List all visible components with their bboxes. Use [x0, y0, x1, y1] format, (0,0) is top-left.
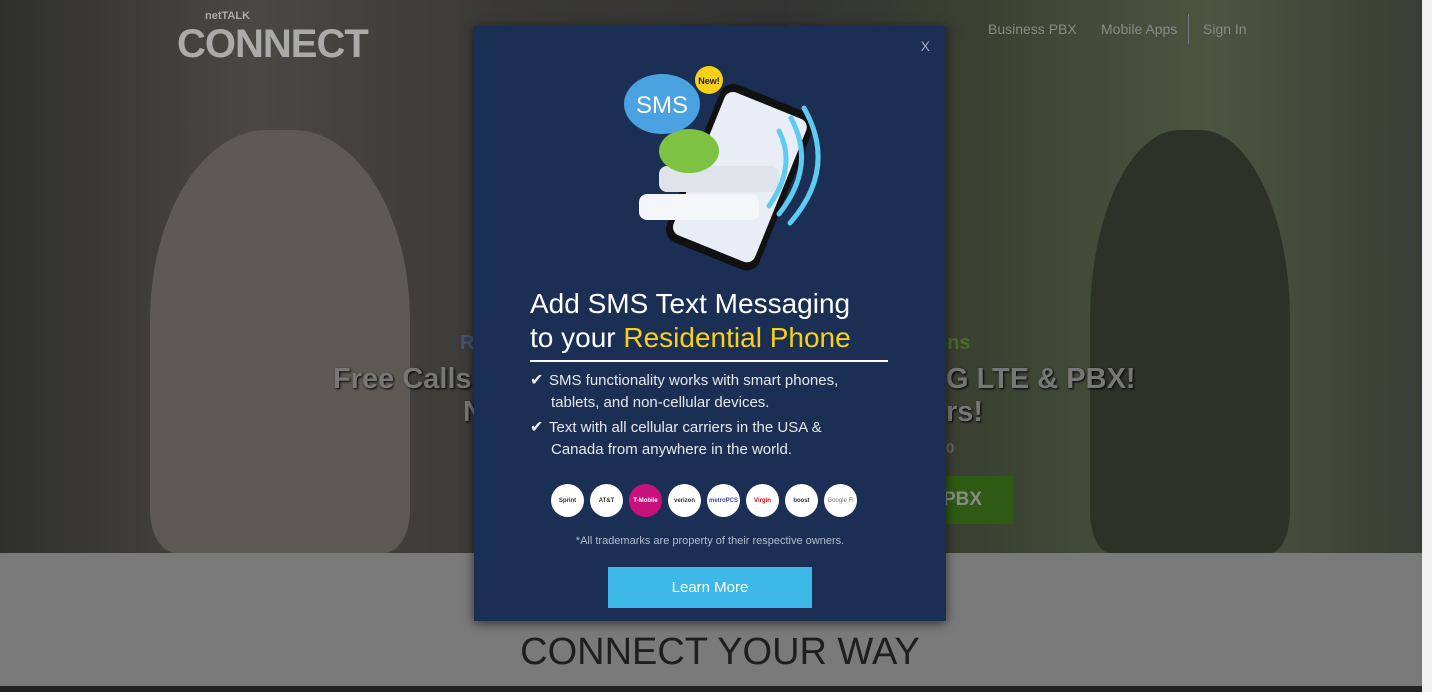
nav-divider	[1188, 14, 1189, 44]
title-line2: to your Residential Phone	[530, 322, 851, 353]
hero-line4: 0	[946, 440, 955, 457]
title-underline	[530, 360, 888, 362]
svg-text:New!: New!	[698, 76, 720, 86]
carrier-logos: Sprint AT&T T-Mobile verizon metroPCS Vi…	[551, 484, 857, 517]
nav-business-pbx[interactable]: Business PBX	[988, 21, 1077, 37]
title-highlight: Residential Phone	[623, 322, 851, 353]
hero-woman-photo	[150, 130, 410, 553]
carrier-logo-boost: boost	[785, 484, 818, 517]
hero-headline-left: Free Calls	[333, 363, 472, 395]
check-icon: ✔	[530, 372, 544, 389]
hero-headline-right: G LTE & PBX!	[946, 363, 1136, 395]
nav-sign-in[interactable]: Sign In	[1203, 21, 1247, 37]
sms-phone-illustration: SMS New!	[624, 66, 821, 271]
scrollbar[interactable]	[1422, 0, 1432, 692]
bottom-bar	[0, 686, 1422, 692]
carrier-logo-metropcs: metroPCS	[707, 484, 740, 517]
svg-text:SMS: SMS	[636, 92, 688, 119]
carrier-logo-virgin: Virgin	[746, 484, 779, 517]
section-heading: CONNECT YOUR WAY	[520, 631, 920, 673]
carrier-logo-verizon: verizon	[668, 484, 701, 517]
carrier-logo-att: AT&T	[590, 484, 623, 517]
carrier-logo-sprint: Sprint	[551, 484, 584, 517]
learn-more-button[interactable]: Learn More	[608, 567, 812, 608]
feature-bullet: ✔ SMS functionality works with smart phon…	[530, 372, 839, 411]
close-button[interactable]: X	[921, 38, 930, 54]
feature-bullet: ✔ Text with all cellular carriers in the …	[530, 419, 822, 458]
sms-promo-modal: X SMS New! Add SMS Text Messaging to you…	[474, 26, 946, 621]
trademark-note: *All trademarks are property of their re…	[575, 535, 845, 547]
carrier-logo-google-fi: Google Fi	[824, 484, 857, 517]
hero-line3-right: rs!	[946, 396, 984, 428]
hero-man-photo	[1090, 130, 1290, 553]
check-icon: ✔	[530, 419, 544, 436]
modal-title: Add SMS Text Messaging to your Residenti…	[530, 287, 851, 355]
title-line1: Add SMS Text Messaging	[530, 288, 851, 319]
carrier-logo-tmobile: T-Mobile	[629, 484, 662, 517]
hero-subtitle-left: R	[460, 332, 475, 354]
nav-mobile-apps[interactable]: Mobile Apps	[1101, 21, 1177, 37]
